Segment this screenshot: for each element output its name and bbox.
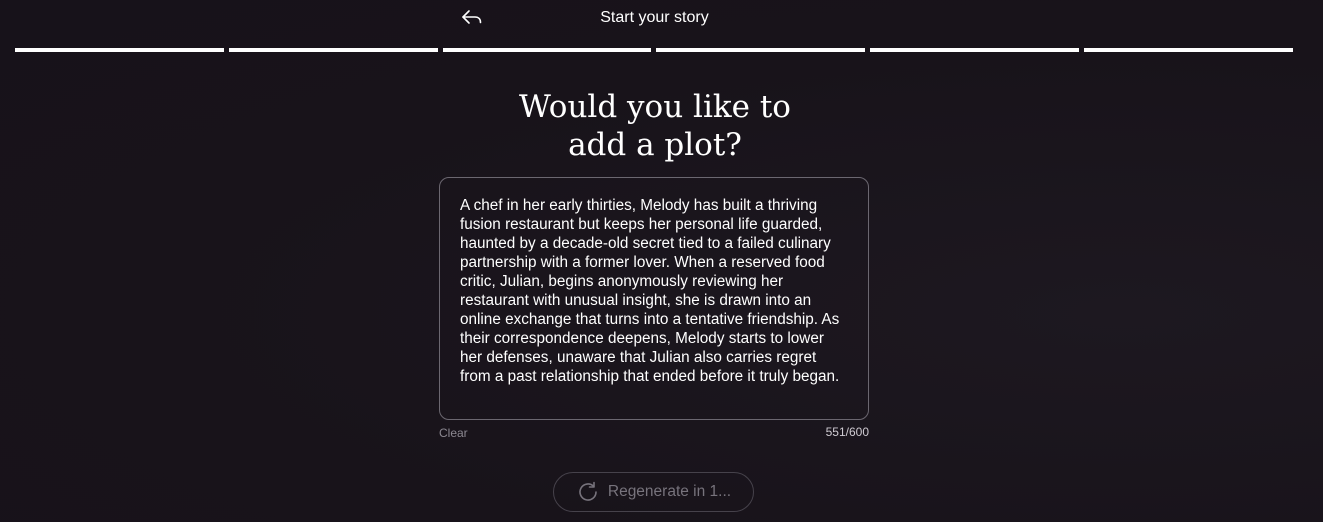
question-heading: Would you like to add a plot? <box>0 88 1310 164</box>
progress-step <box>228 48 438 52</box>
progress-step <box>1084 48 1293 52</box>
clear-button[interactable]: Clear <box>439 426 468 440</box>
character-count: 551/600 <box>825 425 869 439</box>
progress-step <box>442 48 652 52</box>
progress-step <box>656 48 866 52</box>
page: Start your story Would you like to add a… <box>0 0 1323 522</box>
progress-step <box>870 48 1080 52</box>
plot-field[interactable]: A chef in her early thirties, Melody has… <box>439 177 869 420</box>
regenerate-button[interactable]: Regenerate in 1... <box>553 472 754 512</box>
progress-bar <box>15 48 1293 52</box>
question-line-1: Would you like to <box>519 89 791 125</box>
refresh-icon <box>576 480 600 504</box>
question-line-2: add a plot? <box>568 127 742 163</box>
plot-textarea[interactable]: A chef in her early thirties, Melody has… <box>460 196 848 401</box>
page-title: Start your story <box>600 9 709 26</box>
progress-step <box>15 48 224 52</box>
regenerate-label: Regenerate in 1... <box>607 483 732 500</box>
